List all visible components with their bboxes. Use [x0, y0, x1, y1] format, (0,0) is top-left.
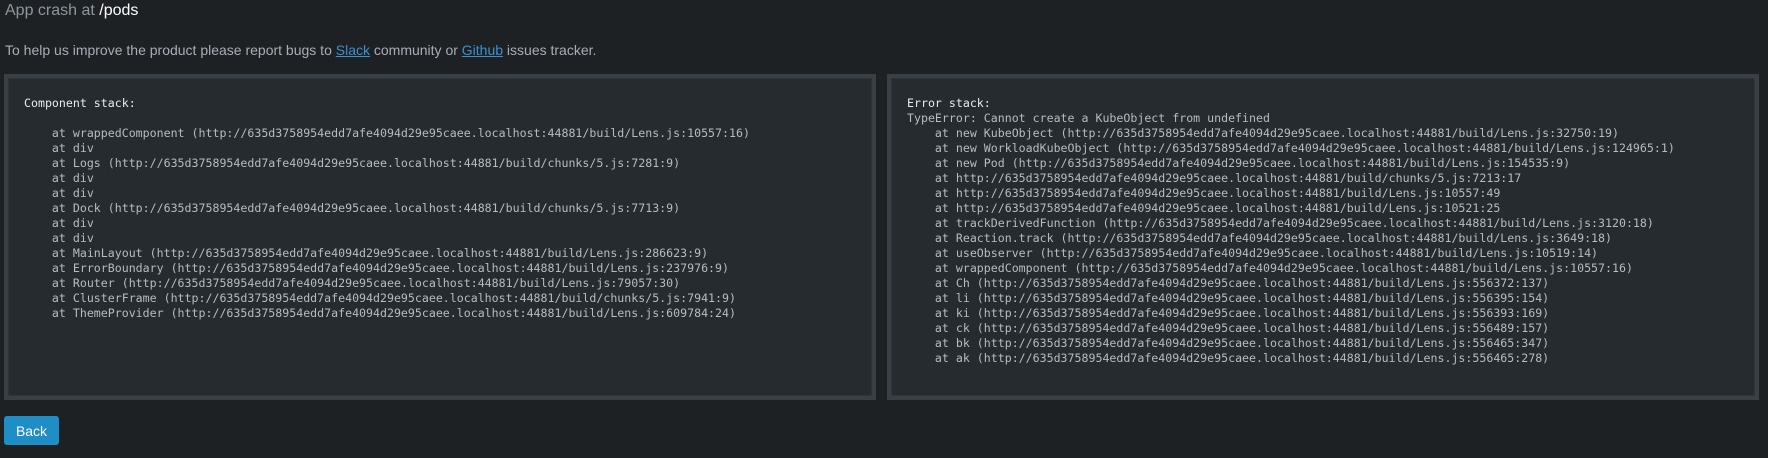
back-button[interactable]: Back — [4, 416, 59, 445]
intro-text-middle: community or — [369, 42, 462, 58]
component-stack-panel: Component stack: at wrappedComponent (ht… — [4, 74, 876, 400]
report-bugs-message: To help us improve the product please re… — [5, 42, 596, 58]
page-title: App crash at /pods — [5, 2, 138, 20]
error-stack-content: Error stack: TypeError: Cannot create a K… — [907, 96, 1747, 366]
crash-page: App crash at /pods To help us improve th… — [0, 0, 1768, 458]
error-stack-title: Error stack: — [907, 96, 991, 110]
title-prefix: App crash at — [5, 2, 100, 19]
slack-link[interactable]: Slack — [336, 42, 370, 58]
error-stack-panel: Error stack: TypeError: Cannot create a K… — [887, 74, 1759, 400]
github-link[interactable]: Github — [462, 42, 503, 58]
intro-text-after: issues tracker. — [503, 42, 597, 58]
component-stack-title: Component stack: — [24, 96, 136, 110]
crash-path: /pods — [99, 2, 139, 19]
component-stack-text: at wrappedComponent (http://635d3758954e… — [51, 126, 750, 320]
component-stack-content: Component stack: at wrappedComponent (ht… — [24, 96, 864, 321]
intro-text-before: To help us improve the product please re… — [5, 42, 336, 58]
error-stack-text: TypeError: Cannot create a KubeObject fr… — [907, 111, 1675, 365]
